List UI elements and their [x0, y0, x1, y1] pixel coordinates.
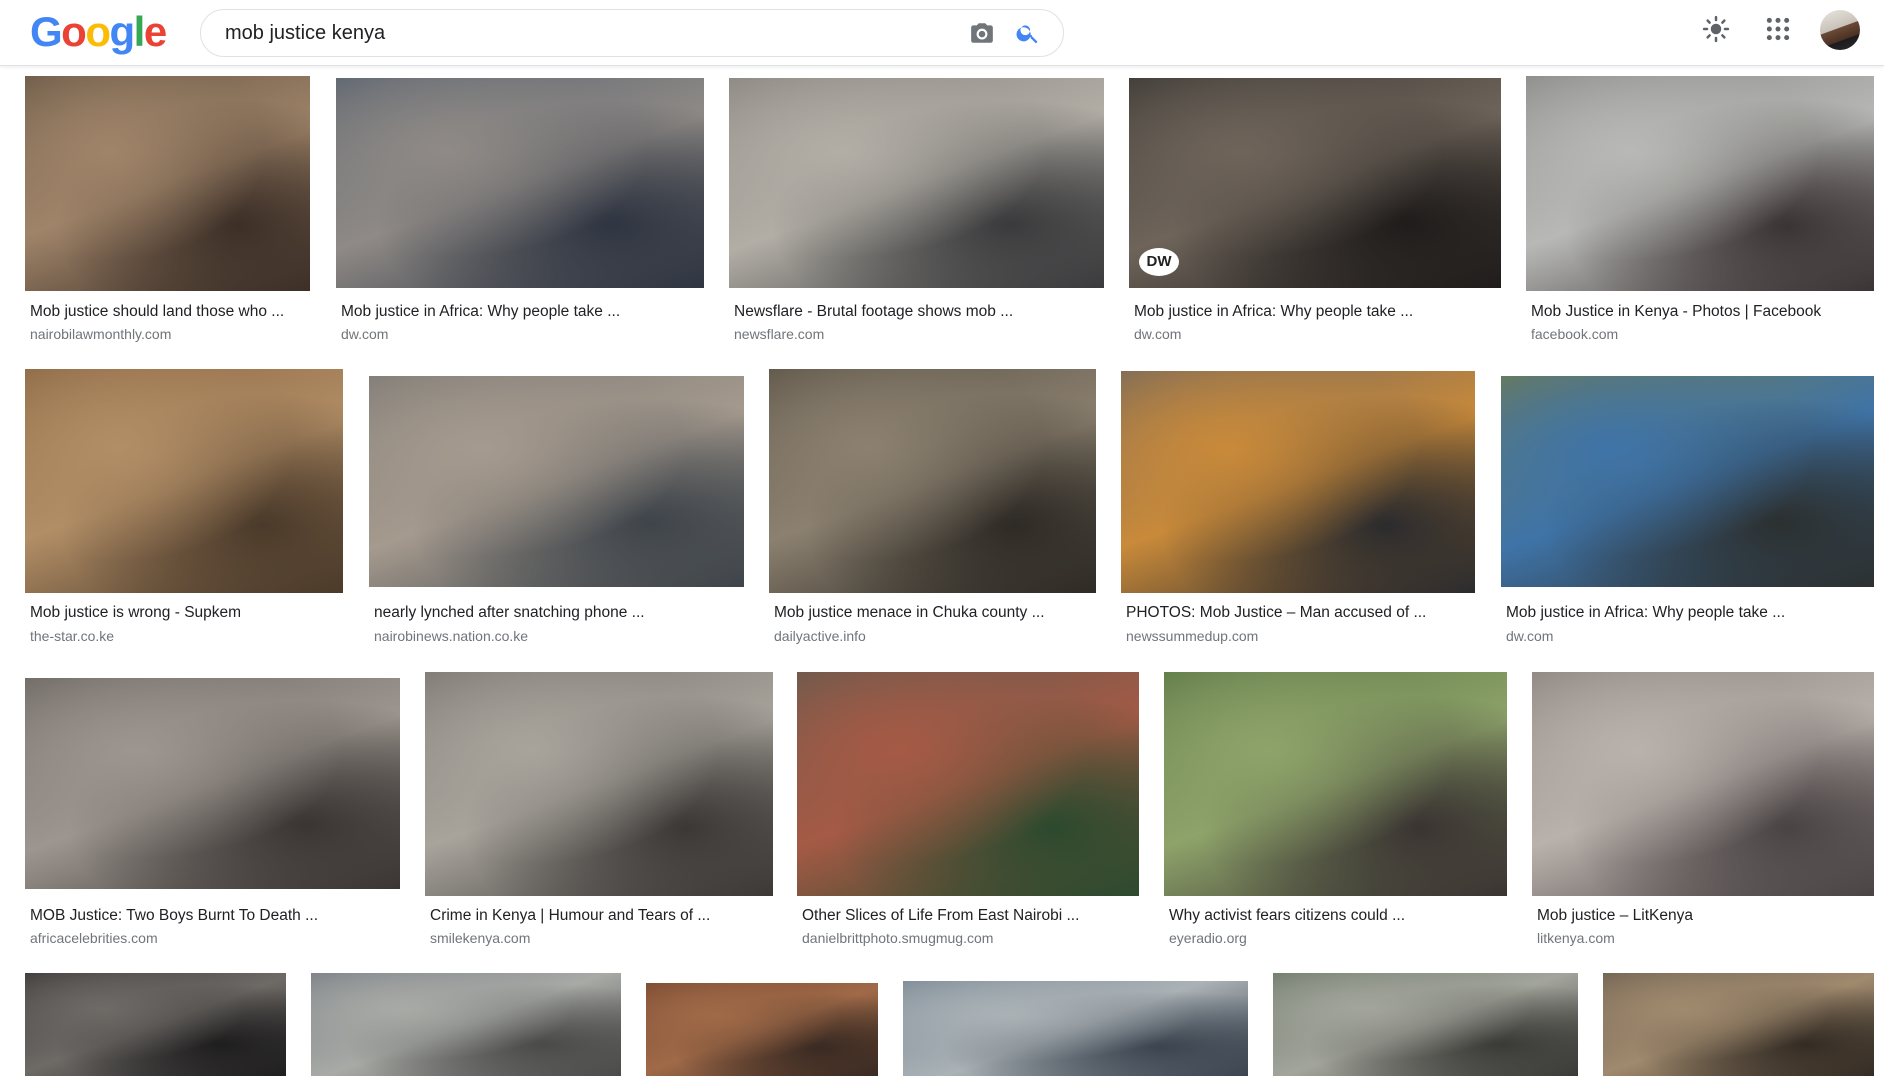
result-source[interactable]: africacelebrities.com [30, 930, 158, 946]
result-thumbnail[interactable] [1121, 371, 1475, 593]
avatar[interactable] [1820, 10, 1860, 50]
image-result[interactable] [903, 981, 1248, 1076]
result-title[interactable]: PHOTOS: Mob Justice – Man accused of ... [1126, 604, 1476, 622]
result-thumbnail[interactable] [903, 981, 1248, 1076]
logo-letter: o [61, 8, 87, 55]
image-result[interactable]: MOB Justice: Two Boys Burnt To Death ...… [25, 678, 400, 952]
image-result[interactable]: Other Slices of Life From East Nairobi .… [797, 672, 1139, 952]
result-title[interactable]: Mob Justice in Kenya - Photos | Facebook [1531, 303, 1876, 321]
result-source[interactable]: dailyactive.info [774, 628, 866, 644]
logo-letter: l [133, 8, 146, 55]
result-thumbnail[interactable]: DW [1129, 78, 1501, 288]
logo-letter: o [85, 8, 111, 55]
image-result[interactable]: DW Mob justice in Africa: Why people tak… [1129, 78, 1501, 346]
result-title[interactable]: Crime in Kenya | Humour and Tears of ... [430, 907, 770, 925]
result-source[interactable]: dw.com [341, 326, 388, 342]
image-result[interactable]: nearly lynched after snatching phone ...… [369, 376, 744, 649]
result-source[interactable]: facebook.com [1531, 326, 1618, 342]
image-result[interactable]: Why activist fears citizens could ... ey… [1164, 672, 1507, 952]
result-source[interactable]: eyeradio.org [1169, 930, 1247, 946]
image-result[interactable]: Mob justice – LitKenya litkenya.com [1532, 672, 1874, 952]
image-result[interactable]: Mob justice menace in Chuka county ... d… [769, 369, 1096, 649]
result-source[interactable]: nairobinews.nation.co.ke [374, 628, 528, 644]
result-thumbnail[interactable] [1526, 76, 1874, 291]
result-title[interactable]: Mob justice – LitKenya [1537, 907, 1877, 925]
camera-icon[interactable] [969, 20, 995, 46]
result-title[interactable]: nearly lynched after snatching phone ... [374, 604, 739, 622]
top-bar: Google [0, 0, 1884, 66]
result-title[interactable]: Mob justice in Africa: Why people take .… [1506, 604, 1871, 622]
result-source[interactable]: dw.com [1134, 326, 1181, 342]
google-logo[interactable]: Google [30, 8, 167, 55]
result-source[interactable]: litkenya.com [1537, 930, 1615, 946]
result-thumbnail[interactable] [1603, 973, 1874, 1076]
result-title[interactable]: Mob justice should land those who ... [30, 303, 310, 321]
result-thumbnail[interactable] [25, 973, 286, 1076]
result-source[interactable]: nairobilawmonthly.com [30, 326, 171, 342]
result-thumbnail[interactable] [336, 78, 704, 288]
result-thumbnail[interactable] [797, 672, 1139, 896]
image-result[interactable] [646, 983, 878, 1076]
result-thumbnail[interactable] [729, 78, 1104, 288]
logo-letter: g [109, 8, 135, 55]
result-title[interactable]: Mob justice is wrong - Supkem [30, 604, 340, 622]
result-source[interactable]: danielbrittphoto.smugmug.com [802, 930, 993, 946]
image-result[interactable] [1273, 973, 1578, 1076]
result-source[interactable]: newsflare.com [734, 326, 824, 342]
result-source[interactable]: newssummedup.com [1126, 628, 1258, 644]
result-title[interactable]: Mob justice in Africa: Why people take .… [341, 303, 701, 321]
result-thumbnail[interactable] [311, 973, 621, 1076]
image-result[interactable] [311, 973, 621, 1076]
result-thumbnail[interactable] [369, 376, 744, 587]
result-source[interactable]: smilekenya.com [430, 930, 530, 946]
image-result[interactable]: Mob Justice in Kenya - Photos | Facebook… [1526, 76, 1874, 346]
result-title[interactable]: Why activist fears citizens could ... [1169, 907, 1509, 925]
result-thumbnail[interactable] [646, 983, 878, 1076]
result-source[interactable]: dw.com [1506, 628, 1553, 644]
result-thumbnail[interactable] [25, 369, 343, 593]
apps-grid-icon[interactable] [1765, 16, 1791, 42]
result-thumbnail[interactable] [1532, 672, 1874, 896]
image-result[interactable]: Mob justice in Africa: Why people take .… [1501, 376, 1874, 649]
image-result[interactable]: Mob justice is wrong - Supkem the-star.c… [25, 369, 343, 649]
result-title[interactable]: Mob justice menace in Chuka county ... [774, 604, 1094, 622]
search-input[interactable] [225, 10, 925, 56]
image-result[interactable]: Mob justice in Africa: Why people take .… [336, 78, 704, 346]
search-box [200, 9, 1064, 57]
image-result[interactable]: Newsflare - Brutal footage shows mob ...… [729, 78, 1104, 346]
result-title[interactable]: MOB Justice: Two Boys Burnt To Death ... [30, 907, 395, 925]
result-thumbnail[interactable] [769, 369, 1096, 593]
result-title[interactable]: Newsflare - Brutal footage shows mob ... [734, 303, 1104, 321]
logo-letter: e [143, 8, 167, 55]
result-thumbnail[interactable] [425, 672, 773, 896]
search-icon[interactable] [1015, 20, 1041, 46]
result-source[interactable]: the-star.co.ke [30, 628, 114, 644]
result-thumbnail[interactable] [1273, 973, 1578, 1076]
result-thumbnail[interactable] [25, 678, 400, 889]
result-title[interactable]: Mob justice in Africa: Why people take .… [1134, 303, 1499, 321]
image-result[interactable]: Crime in Kenya | Humour and Tears of ...… [425, 672, 773, 952]
image-result[interactable] [1603, 973, 1874, 1076]
result-thumbnail[interactable] [25, 76, 310, 291]
result-thumbnail[interactable] [1164, 672, 1507, 896]
dw-watermark-logo: DW [1139, 248, 1179, 276]
image-result[interactable]: PHOTOS: Mob Justice – Man accused of ...… [1121, 371, 1475, 649]
result-thumbnail[interactable] [1501, 376, 1874, 587]
result-title[interactable]: Other Slices of Life From East Nairobi .… [802, 907, 1142, 925]
image-result[interactable] [25, 973, 286, 1076]
logo-letter: G [30, 8, 63, 55]
image-result[interactable]: Mob justice should land those who ... na… [25, 76, 310, 346]
brightness-icon[interactable] [1701, 14, 1731, 44]
